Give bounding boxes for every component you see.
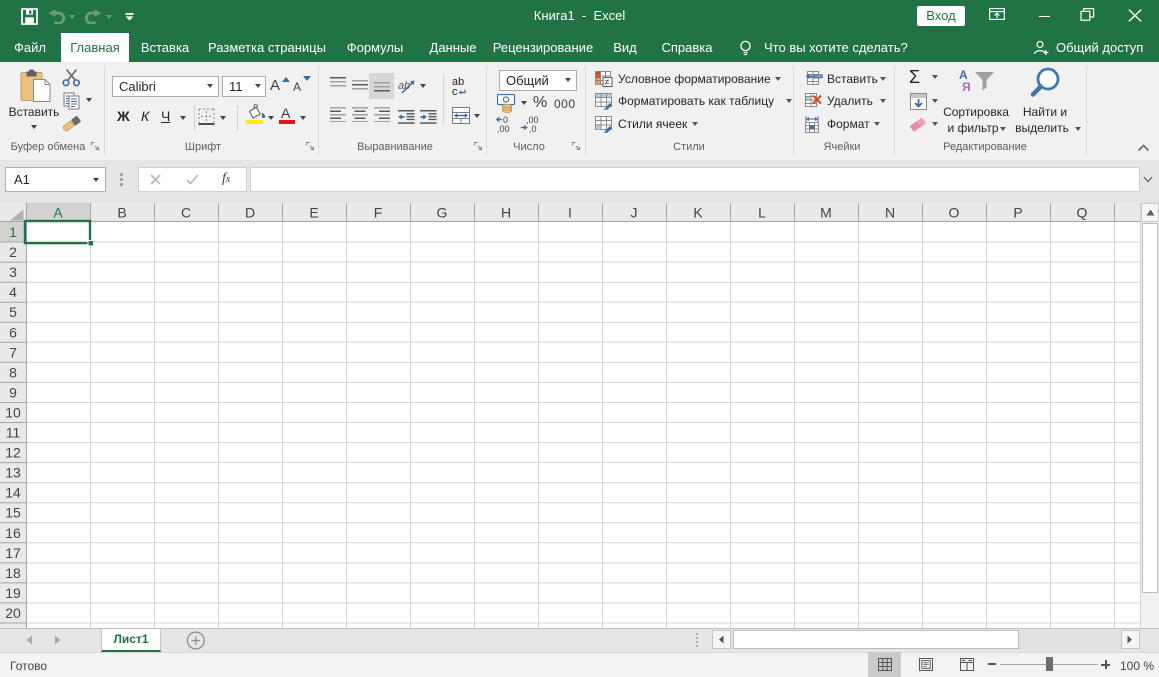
svg-text:5: 5 <box>9 304 17 320</box>
svg-text:1: 1 <box>9 224 17 240</box>
svg-text:N: N <box>885 205 895 221</box>
svg-text:≠: ≠ <box>605 77 610 87</box>
svg-text:M: M <box>820 205 832 221</box>
svg-text:12: 12 <box>5 445 21 461</box>
svg-text:E: E <box>309 205 318 221</box>
svg-text:J: J <box>631 205 638 221</box>
svg-text:I: I <box>568 205 572 221</box>
svg-text:19: 19 <box>5 585 21 601</box>
svg-text:A: A <box>53 205 63 221</box>
svg-text:4: 4 <box>9 284 17 300</box>
svg-text:2: 2 <box>9 244 17 260</box>
svg-text:10: 10 <box>5 405 21 421</box>
svg-text:3: 3 <box>9 264 17 280</box>
svg-text:K: K <box>693 205 703 221</box>
svg-text:8: 8 <box>9 364 17 380</box>
svg-text:14: 14 <box>5 485 21 501</box>
svg-text:F: F <box>374 205 383 221</box>
svg-text:15: 15 <box>5 505 21 521</box>
svg-text:c: c <box>452 86 458 96</box>
svg-text:13: 13 <box>5 465 21 481</box>
svg-text:O: O <box>949 205 960 221</box>
svg-text:B: B <box>117 205 126 221</box>
svg-text:H: H <box>501 205 511 221</box>
svg-text:6: 6 <box>9 324 17 340</box>
svg-text:,0: ,0 <box>529 124 537 134</box>
svg-text:18: 18 <box>5 565 21 581</box>
svg-text:,00: ,00 <box>497 124 510 134</box>
svg-text:L: L <box>758 205 766 221</box>
svg-text:11: 11 <box>6 425 21 441</box>
svg-text:Я: Я <box>962 80 971 94</box>
svg-text:Q: Q <box>1077 205 1088 221</box>
svg-text:G: G <box>437 205 448 221</box>
svg-text:D: D <box>245 205 255 221</box>
svg-text:7: 7 <box>9 344 17 360</box>
svg-text:9: 9 <box>9 384 17 400</box>
svg-text:P: P <box>1013 205 1022 221</box>
svg-text:17: 17 <box>5 545 21 561</box>
svg-text:16: 16 <box>5 525 21 541</box>
svg-text:20: 20 <box>5 605 21 621</box>
svg-text:C: C <box>181 205 191 221</box>
